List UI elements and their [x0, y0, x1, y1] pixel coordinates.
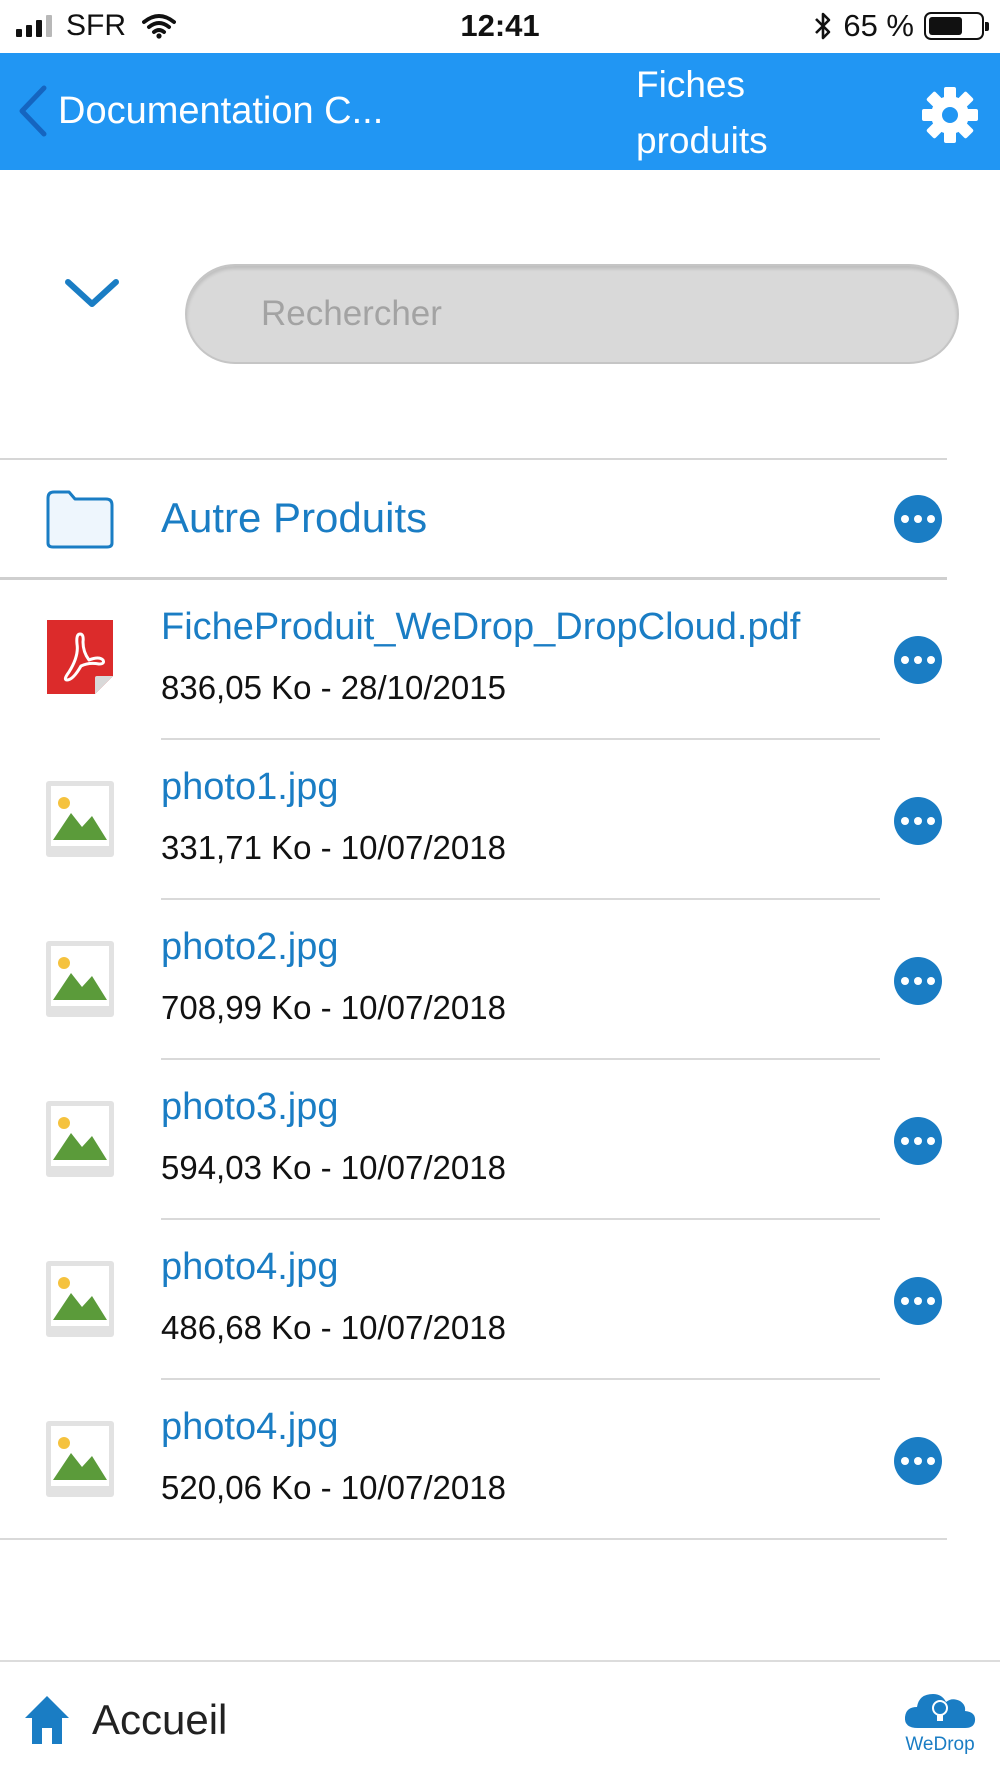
file-meta: 594,03 Ko - 10/07/2018 [161, 1149, 506, 1186]
file-name: photo3.jpg [161, 1086, 339, 1128]
file-row[interactable]: photo1.jpg 331,71 Ko - 10/07/2018 [0, 740, 947, 900]
image-file-icon [46, 1421, 114, 1497]
more-options-button[interactable] [894, 636, 942, 684]
file-row[interactable]: photo4.jpg 486,68 Ko - 10/07/2018 [0, 1220, 947, 1380]
back-button[interactable]: Documentation C... [16, 81, 383, 141]
row-divider [0, 1538, 947, 1540]
file-name: FicheProduit_WeDrop_DropCloud.pdf [161, 606, 801, 648]
image-file-icon [46, 1261, 114, 1337]
file-name: photo2.jpg [161, 926, 339, 968]
navigation-bar: Documentation C... Fiches produits [0, 53, 1000, 170]
file-row[interactable]: photo4.jpg 520,06 Ko - 10/07/2018 [0, 1380, 947, 1540]
image-file-icon [46, 781, 114, 857]
search-bar[interactable] [185, 264, 959, 364]
image-file-icon [46, 941, 114, 1017]
folder-name: Autre Produits [161, 494, 428, 541]
file-meta: 520,06 Ko - 10/07/2018 [161, 1469, 506, 1506]
home-icon [25, 1696, 69, 1744]
file-meta: 486,68 Ko - 10/07/2018 [161, 1309, 506, 1346]
file-row[interactable]: photo2.jpg 708,99 Ko - 10/07/2018 [0, 900, 947, 1060]
file-name: photo4.jpg [161, 1406, 339, 1448]
cloud-bulb-icon [904, 1694, 976, 1728]
status-right: 65 % [813, 8, 989, 44]
home-label: Accueil [92, 1696, 228, 1743]
logo-text: WeDrop [905, 1734, 975, 1755]
more-options-button[interactable] [894, 495, 942, 543]
file-name: photo1.jpg [161, 766, 339, 808]
chevron-left-icon [19, 85, 47, 137]
file-meta: 331,71 Ko - 10/07/2018 [161, 829, 506, 866]
more-options-button[interactable] [894, 1117, 942, 1165]
more-options-button[interactable] [894, 797, 942, 845]
folder-row[interactable]: Autre Produits [0, 460, 947, 578]
file-name: photo4.jpg [161, 1246, 339, 1288]
battery-icon [924, 12, 989, 40]
bottom-bar: Accueil WeDrop [0, 1660, 1000, 1778]
gear-icon [922, 87, 978, 143]
more-options-button[interactable] [894, 1437, 942, 1485]
chevron-down-icon [65, 279, 119, 307]
status-bar: SFR 12:41 65 % [0, 0, 1000, 53]
pdf-file-icon [47, 620, 113, 694]
back-label: Documentation C... [58, 89, 384, 132]
more-options-button[interactable] [894, 1277, 942, 1325]
more-options-button[interactable] [894, 957, 942, 1005]
wedrop-logo: WeDrop [900, 1682, 980, 1762]
file-row[interactable]: photo3.jpg 594,03 Ko - 10/07/2018 [0, 1060, 947, 1220]
file-meta: 836,05 Ko - 28/10/2015 [161, 669, 506, 706]
bluetooth-icon [815, 12, 831, 40]
file-meta: 708,99 Ko - 10/07/2018 [161, 989, 506, 1026]
home-button[interactable]: Accueil [22, 1688, 227, 1752]
expand-toggle-button[interactable] [62, 272, 122, 316]
battery-level [929, 17, 962, 35]
battery-percentage: 65 % [843, 8, 914, 43]
folder-icon [46, 490, 114, 549]
file-row[interactable]: FicheProduit_WeDrop_DropCloud.pdf 836,05… [0, 580, 947, 740]
image-file-icon [46, 1101, 114, 1177]
settings-button[interactable] [920, 85, 980, 145]
page-title: Fiches produits [636, 64, 768, 161]
search-input[interactable] [261, 266, 911, 362]
